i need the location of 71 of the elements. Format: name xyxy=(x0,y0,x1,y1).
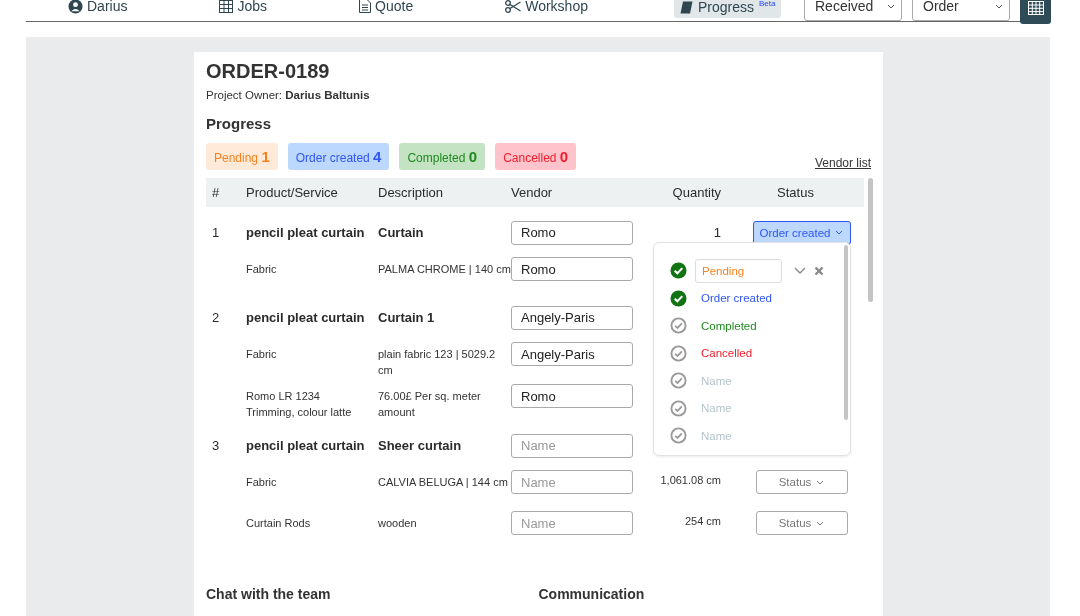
order-title: ORDER-0189 xyxy=(206,60,331,83)
table-icon xyxy=(219,0,234,13)
vendor-field[interactable]: Name xyxy=(511,433,633,458)
scissors-icon xyxy=(505,0,522,13)
section-heading: Progress xyxy=(206,115,273,132)
row-number: 2 xyxy=(212,310,220,325)
item-description: plain fabric 123 | 5029.2 cm xyxy=(378,348,496,376)
caret-icon xyxy=(995,3,1003,9)
column-header: Description xyxy=(377,185,445,200)
nav-tab[interactable]: Quote xyxy=(353,0,420,17)
document-icon xyxy=(359,0,372,13)
product-name: Fabric xyxy=(246,263,277,275)
quantity: 254 cm xyxy=(684,515,721,527)
product-name: Romo LR 1234 Trimming, colour latte xyxy=(246,390,352,418)
caret-icon xyxy=(816,479,825,485)
vendor-list-link[interactable]: Vendor list xyxy=(814,156,871,170)
vendor-field[interactable]: Angely-Paris xyxy=(511,342,633,366)
row-number: 3 xyxy=(212,438,220,453)
status-option[interactable]: Order created xyxy=(701,292,772,305)
status-counter: Cancelled 0 xyxy=(495,143,577,170)
user-icon xyxy=(68,0,83,14)
status-dropdown[interactable]: Status xyxy=(755,470,848,494)
close-icon[interactable] xyxy=(814,265,824,276)
status-option[interactable]: Cancelled xyxy=(701,347,753,360)
caret-icon xyxy=(887,3,895,9)
nav-tab[interactable]: Jobs xyxy=(213,0,274,17)
product-name: pencil pleat curtain xyxy=(246,225,365,240)
product-name: pencil pleat curtain xyxy=(246,310,365,325)
product-name: pencil pleat curtain xyxy=(246,438,365,453)
item-description: Curtain xyxy=(378,225,424,240)
status-counter: Order created 4 xyxy=(287,143,390,170)
caret-icon xyxy=(816,520,825,526)
beta-label: Beta xyxy=(759,0,776,8)
item-description: CALVIA BELUGA | 144 cm xyxy=(378,476,508,488)
chevron-down-icon[interactable] xyxy=(794,266,806,275)
quantity: 1 xyxy=(713,225,721,240)
product-name: Fabric xyxy=(246,476,277,488)
column-header: Status xyxy=(776,185,815,200)
item-description: Sheer curtain xyxy=(378,438,462,453)
caret-icon xyxy=(835,230,844,235)
calendar-button[interactable] xyxy=(1020,0,1051,24)
status-counter: Pending 1 xyxy=(206,143,278,170)
column-header: Product/Service xyxy=(245,185,339,200)
vendor-field[interactable]: Name xyxy=(511,470,633,494)
status-dropdown[interactable]: Order created xyxy=(752,220,851,245)
column-header: Quantity xyxy=(671,185,722,200)
column-header: # xyxy=(211,185,221,200)
nav-tab[interactable]: Progress $^{Beta}$ xyxy=(673,0,782,18)
calendar-icon xyxy=(1027,1,1044,15)
item-description: 76.00£ Per sq. meter amount xyxy=(378,390,481,418)
item-description: Curtain 1 xyxy=(378,310,435,325)
project-owner: Project Owner: Darius Baltunis xyxy=(206,89,371,101)
row-number: 1 xyxy=(212,225,220,240)
nav-tab[interactable]: Darius xyxy=(62,0,134,17)
product-name: Curtain Rods xyxy=(246,517,311,529)
section-heading: Chat with the team xyxy=(206,586,332,602)
item-description: wooden xyxy=(378,517,417,529)
status-counter: Completed 0 xyxy=(399,143,486,170)
vendor-field[interactable]: Angely-Paris xyxy=(511,305,633,330)
section-heading: Communication xyxy=(538,586,646,602)
vendor-field[interactable]: Name xyxy=(511,511,633,535)
vendor-field[interactable]: Romo xyxy=(511,220,633,245)
status-option[interactable]: Completed xyxy=(701,319,757,332)
item-description: PALMA CHROME | 140 cm xyxy=(378,263,511,275)
product-name: Fabric xyxy=(246,348,277,360)
column-header: Vendor xyxy=(511,185,554,200)
quantity: 1,061.08 cm xyxy=(660,474,721,486)
status-dropdown[interactable]: Status xyxy=(755,511,848,535)
nav-tab[interactable]: Workshop xyxy=(499,0,594,17)
vendor-field[interactable]: Romo xyxy=(511,384,633,408)
vendor-field[interactable]: Romo xyxy=(511,257,633,281)
